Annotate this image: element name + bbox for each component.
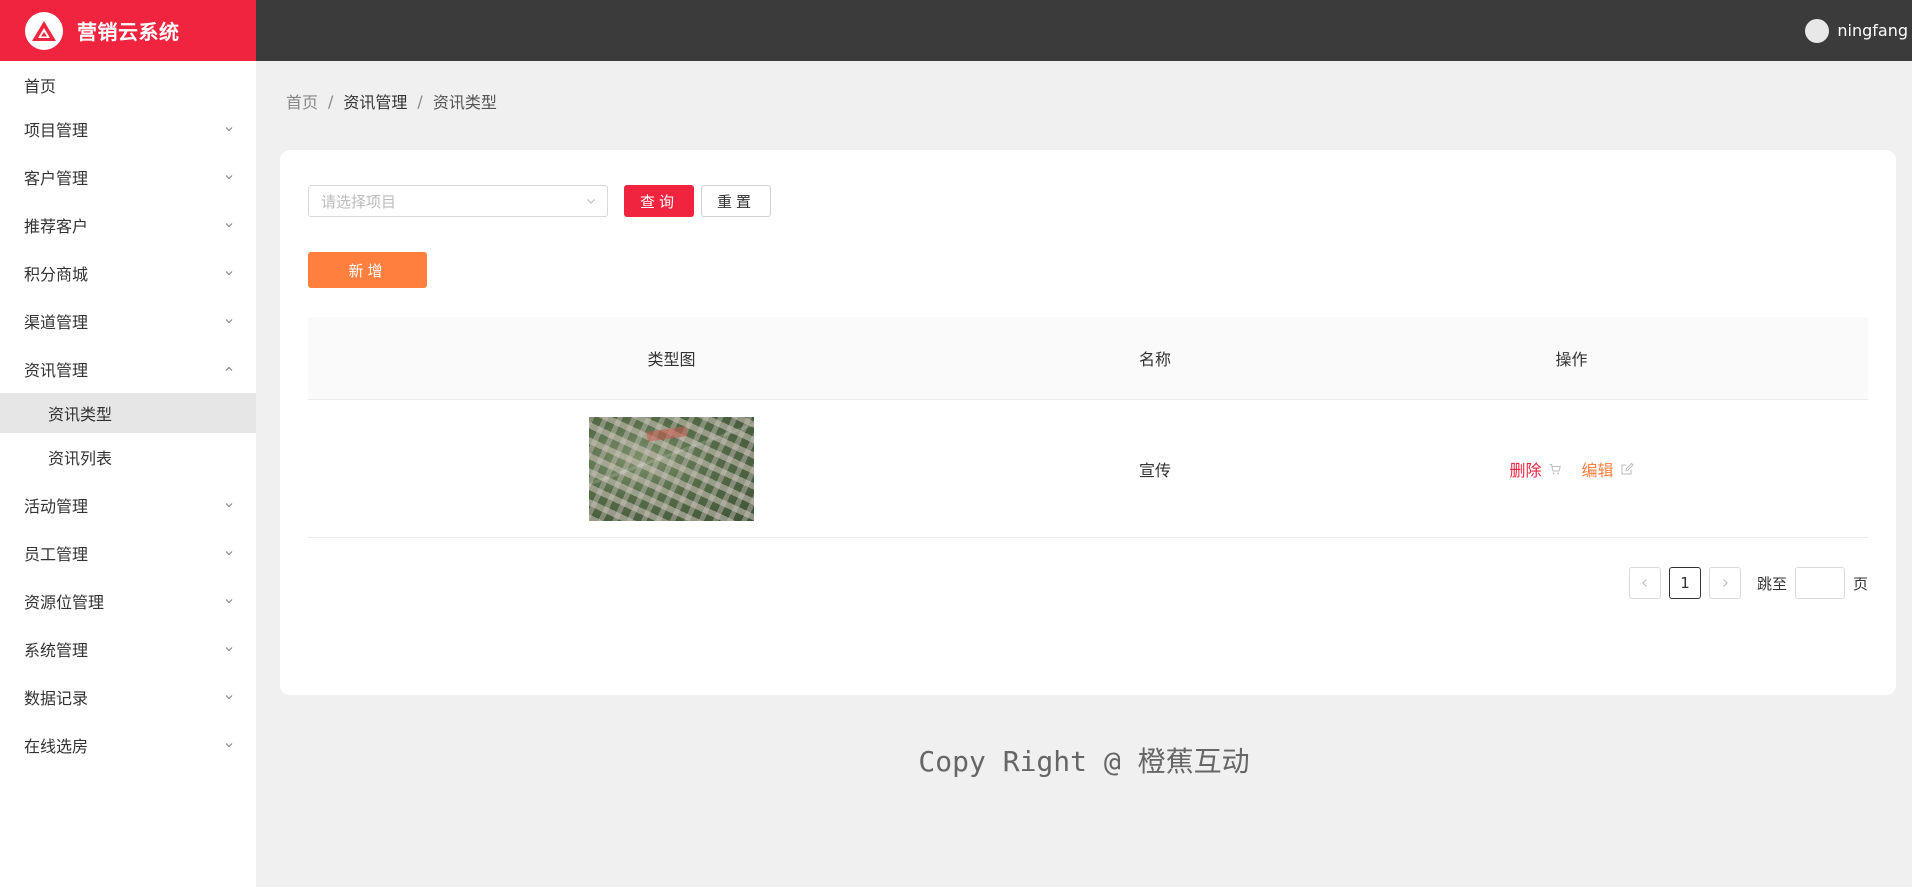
- sidebar-item-label: 推荐客户: [24, 217, 89, 236]
- username: ningfang: [1837, 21, 1908, 40]
- sidebar-item-channels[interactable]: 渠道管理: [0, 297, 256, 345]
- sidebar-item-points-mall[interactable]: 积分商城: [0, 249, 256, 297]
- query-button[interactable]: 查询: [624, 185, 694, 217]
- sidebar-item-customers[interactable]: 客户管理: [0, 153, 256, 201]
- chevron-down-icon: [225, 503, 233, 508]
- chevron-down-icon: [225, 743, 233, 748]
- reset-button[interactable]: 重置: [701, 185, 771, 217]
- sidebar-item-label: 客户管理: [24, 169, 89, 188]
- breadcrumb-current: 资讯类型: [432, 93, 497, 112]
- cart-icon: [1549, 463, 1561, 474]
- chevron-down-icon: [225, 127, 233, 132]
- type-thumbnail-image[interactable]: [589, 416, 754, 521]
- column-header-image: 类型图: [647, 350, 696, 369]
- chevron-down-icon: [225, 271, 233, 276]
- brand[interactable]: 营销云系统: [0, 0, 256, 61]
- sidebar-item-label: 积分商城: [24, 265, 89, 284]
- sidebar-item-label: 数据记录: [24, 689, 89, 708]
- project-select-placeholder: 请选择项目: [321, 192, 397, 211]
- sidebar: 营销云系统 首页 项目管理 客户管理 推荐客户 积分商城 渠道管理 资讯管理 资…: [0, 0, 256, 887]
- sidebar-subitem-news-list[interactable]: 资讯列表: [0, 433, 256, 481]
- chevron-down-icon: [225, 599, 233, 604]
- column-header-actions: 操作: [1555, 350, 1588, 369]
- column-header-name: 名称: [1138, 350, 1171, 369]
- pagination: 1 跳至 页: [1621, 567, 1868, 599]
- sidebar-item-online-housing[interactable]: 在线选房: [0, 721, 256, 769]
- news-type-table: 类型图 名称 操作 宣传 删除 编辑: [308, 317, 1868, 538]
- sidebar-item-label: 渠道管理: [24, 313, 89, 332]
- next-page-button[interactable]: [1708, 567, 1741, 599]
- add-button[interactable]: 新增: [308, 252, 427, 288]
- sidebar-subitem-news-types[interactable]: 资讯类型: [0, 393, 256, 433]
- sidebar-item-news[interactable]: 资讯管理: [0, 345, 256, 393]
- sidebar-item-label: 项目管理: [24, 121, 89, 140]
- delete-label: 删除: [1509, 460, 1542, 480]
- breadcrumb-separator: /: [328, 91, 334, 111]
- page-number-button[interactable]: 1: [1668, 567, 1701, 599]
- chevron-down-icon: [587, 199, 595, 204]
- sidebar-subitem-label: 资讯列表: [48, 449, 113, 468]
- cell-name: 宣传: [1138, 460, 1171, 480]
- sidebar-item-label: 资源位管理: [24, 593, 105, 612]
- chevron-down-icon: [225, 223, 233, 228]
- page-suffix: 页: [1852, 574, 1868, 593]
- sidebar-item-projects[interactable]: 项目管理: [0, 105, 256, 153]
- edit-label: 编辑: [1581, 460, 1614, 480]
- table-header: 类型图 名称 操作: [308, 317, 1868, 400]
- project-select[interactable]: 请选择项目: [308, 185, 608, 217]
- sidebar-item-staff[interactable]: 员工管理: [0, 529, 256, 577]
- sidebar-item-label: 系统管理: [24, 641, 89, 660]
- sidebar-item-activities[interactable]: 活动管理: [0, 481, 256, 529]
- breadcrumb-home[interactable]: 首页: [286, 89, 318, 113]
- chevron-down-icon: [225, 551, 233, 556]
- brand-logo-icon: [25, 11, 63, 50]
- chevron-left-icon: [1642, 579, 1647, 587]
- sidebar-item-system[interactable]: 系统管理: [0, 625, 256, 673]
- top-header: ningfang: [256, 0, 1912, 61]
- edit-icon: [1621, 462, 1634, 474]
- sidebar-item-home[interactable]: 首页: [0, 65, 256, 105]
- sidebar-item-label: 资讯管理: [24, 361, 89, 380]
- chevron-down-icon: [225, 647, 233, 652]
- delete-button[interactable]: 删除: [1509, 457, 1561, 481]
- sidebar-item-data-records[interactable]: 数据记录: [0, 673, 256, 721]
- content-card: 请选择项目 查询 重置 新增 类型图 名称 操作 宣传 删除 编辑 1 跳至 页: [280, 150, 1896, 695]
- footer-copyright: Copy Right @ 橙蕉互动: [918, 745, 1250, 778]
- sidebar-item-label: 首页: [24, 77, 57, 96]
- breadcrumb-separator: /: [417, 91, 423, 111]
- prev-page-button[interactable]: [1628, 567, 1661, 599]
- table-row: 宣传 删除 编辑: [308, 400, 1868, 538]
- sidebar-subitem-label: 资讯类型: [48, 405, 113, 424]
- sidebar-item-label: 在线选房: [24, 737, 89, 756]
- sidebar-item-resource-slots[interactable]: 资源位管理: [0, 577, 256, 625]
- breadcrumb: 首页 / 资讯管理 / 资讯类型: [286, 89, 497, 113]
- sidebar-item-label: 活动管理: [24, 497, 89, 516]
- jump-page-input[interactable]: [1794, 567, 1845, 599]
- sidebar-menu: 首页 项目管理 客户管理 推荐客户 积分商城 渠道管理 资讯管理 资讯类型 资讯…: [0, 65, 256, 769]
- sidebar-item-label: 员工管理: [24, 545, 89, 564]
- chevron-right-icon: [1723, 579, 1728, 587]
- jump-label: 跳至: [1756, 574, 1787, 593]
- brand-title: 营销云系统: [77, 20, 180, 44]
- breadcrumb-section[interactable]: 资讯管理: [343, 89, 407, 113]
- chevron-up-icon: [225, 366, 233, 371]
- edit-button[interactable]: 编辑: [1582, 457, 1634, 481]
- sidebar-item-referrals[interactable]: 推荐客户: [0, 201, 256, 249]
- chevron-down-icon: [225, 175, 233, 180]
- user-menu[interactable]: ningfang: [1805, 18, 1908, 43]
- avatar: [1805, 18, 1830, 43]
- chevron-down-icon: [225, 319, 233, 324]
- chevron-down-icon: [225, 695, 233, 700]
- cell-image: [308, 416, 1035, 521]
- cell-actions: 删除 编辑: [1275, 457, 1868, 481]
